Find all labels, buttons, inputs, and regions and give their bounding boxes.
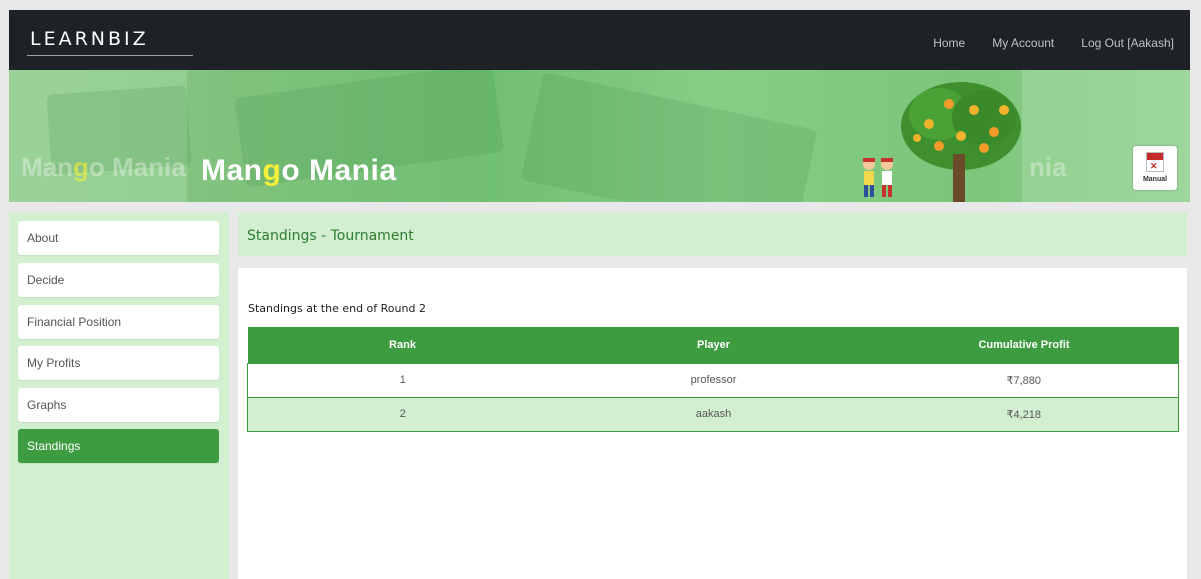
top-nav: Home My Account Log Out [Aakash] bbox=[933, 36, 1174, 50]
table-row: 2 aakash ₹4,218 bbox=[247, 396, 1179, 432]
children-illustration bbox=[863, 158, 893, 197]
standings-panel: Standings at the end of Round 2 Rank Pla… bbox=[238, 268, 1187, 579]
top-navbar: LEARNBIZ Home My Account Log Out [Aakash… bbox=[9, 10, 1190, 70]
standings-table: Rank Player Cumulative Profit 1 professo… bbox=[247, 327, 1179, 432]
page-title: Standings - Tournament bbox=[247, 228, 414, 244]
banknote-decoration bbox=[520, 72, 818, 202]
pdf-icon-band bbox=[1147, 153, 1163, 160]
rank-cell: 2 bbox=[247, 396, 558, 432]
rank-cell: 1 bbox=[247, 362, 558, 398]
pdf-icon: ✕ bbox=[1146, 152, 1164, 172]
manual-label: Manual bbox=[1142, 176, 1168, 183]
standings-caption: Standings at the end of Round 2 bbox=[248, 302, 426, 315]
sidebar: About Decide Financial Position My Profi… bbox=[9, 212, 229, 579]
column-header-rank: Rank bbox=[247, 327, 558, 363]
player-cell: professor bbox=[557, 362, 870, 398]
game-banner: Mango Mania nia Mango Mania ✕ Manual bbox=[9, 70, 1190, 202]
nav-my-account-link[interactable]: My Account bbox=[992, 36, 1054, 50]
mango-tree-illustration bbox=[901, 82, 1021, 202]
banner-ghost-text-right: nia bbox=[1029, 152, 1067, 182]
sidebar-item-decide[interactable]: Decide bbox=[18, 263, 219, 297]
pdf-icon-mark: ✕ bbox=[1150, 161, 1158, 171]
right-gutter bbox=[1190, 70, 1201, 579]
table-row: 1 professor ₹7,880 bbox=[247, 362, 1179, 398]
sidebar-item-graphs[interactable]: Graphs bbox=[18, 388, 219, 422]
banner-ghost-text: Mango Mania bbox=[21, 152, 186, 182]
sidebar-item-standings[interactable]: Standings bbox=[18, 429, 219, 463]
player-cell: aakash bbox=[557, 396, 870, 432]
page-header: Standings - Tournament bbox=[238, 212, 1187, 256]
manual-pdf-button[interactable]: ✕ Manual bbox=[1133, 146, 1177, 190]
profit-cell: ₹4,218 bbox=[869, 396, 1179, 432]
column-header-cumulative-profit: Cumulative Profit bbox=[869, 327, 1179, 363]
column-header-player: Player bbox=[557, 327, 870, 363]
sidebar-item-about[interactable]: About bbox=[18, 221, 219, 255]
sidebar-item-my-profits[interactable]: My Profits bbox=[18, 346, 219, 380]
nav-home-link[interactable]: Home bbox=[933, 36, 965, 50]
game-title: Mango Mania bbox=[201, 154, 397, 187]
profit-cell: ₹7,880 bbox=[869, 362, 1179, 398]
table-header-row: Rank Player Cumulative Profit bbox=[247, 327, 1179, 363]
logo-underline bbox=[27, 55, 193, 56]
sidebar-item-financial-position[interactable]: Financial Position bbox=[18, 305, 219, 339]
nav-logout-link[interactable]: Log Out [Aakash] bbox=[1081, 36, 1174, 50]
learnbiz-logo[interactable]: LEARNBIZ bbox=[30, 28, 149, 50]
